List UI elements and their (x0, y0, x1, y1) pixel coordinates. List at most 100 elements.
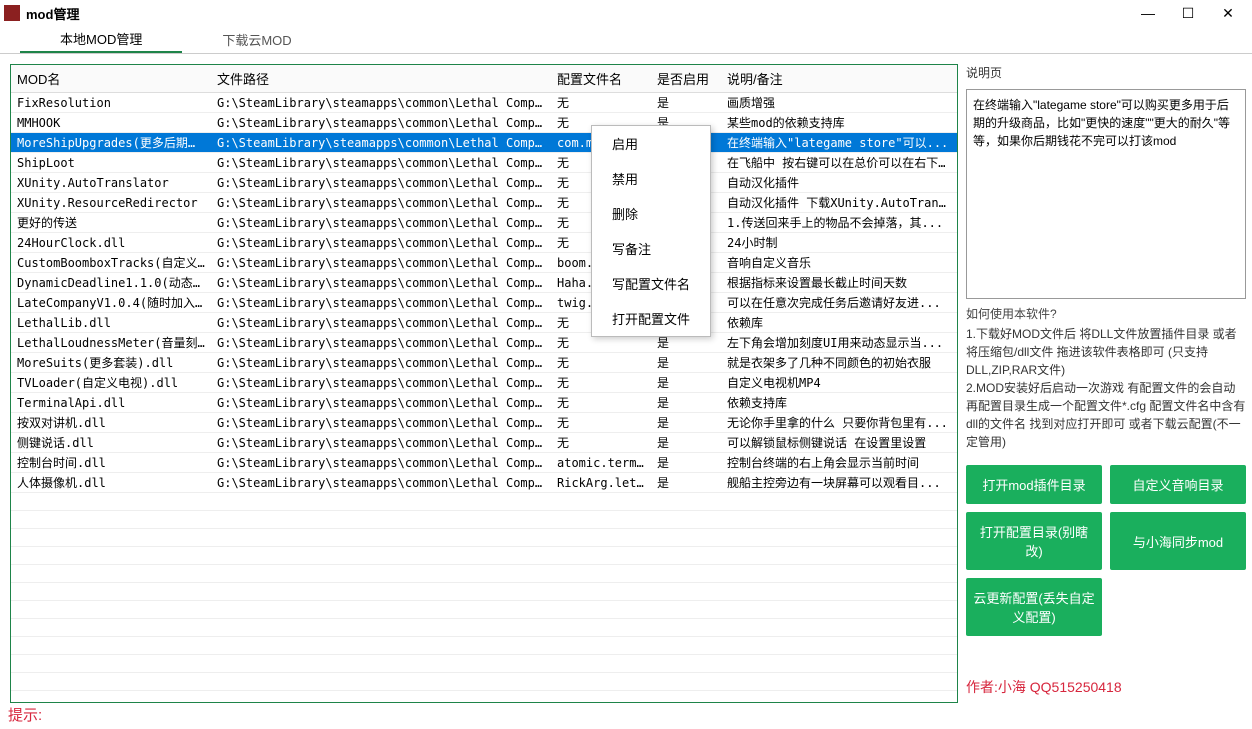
cell-enabled: 是 (651, 373, 721, 393)
cell-name: 更好的传送 (11, 213, 211, 233)
cell-config: 无 (551, 433, 651, 453)
table-row[interactable]: MoreSuits(更多套装).dllG:\SteamLibrary\steam… (11, 353, 957, 373)
open-config-dir-button[interactable]: 打开配置目录(别瞎改) (966, 512, 1102, 570)
context-menu-item[interactable]: 启用 (592, 126, 710, 161)
table-row[interactable]: LateCompanyV1.0.4(随时加入).dllG:\SteamLibra… (11, 293, 957, 313)
cell-name: CustomBoomboxTracks(自定义音... (11, 253, 211, 273)
cell-enabled: 是 (651, 353, 721, 373)
cell-enabled: 是 (651, 93, 721, 113)
cell-desc: 可以在任意次完成任务后邀请好友进... (721, 293, 957, 313)
col-path[interactable]: 文件路径 (211, 65, 551, 93)
context-menu-item[interactable]: 打开配置文件 (592, 301, 710, 336)
table-row-empty (11, 691, 957, 704)
minimize-button[interactable]: ― (1128, 0, 1168, 26)
context-menu-item[interactable]: 写配置文件名 (592, 266, 710, 301)
table-row-empty (11, 493, 957, 511)
author-label: 作者:小海 QQ515250418 (966, 671, 1246, 703)
table-row[interactable]: MoreShipUpgrades(更多后期升级)G:\SteamLibrary\… (11, 133, 957, 153)
col-desc[interactable]: 说明/备注 (721, 65, 957, 93)
cell-path: G:\SteamLibrary\steamapps\common\Lethal … (211, 373, 551, 393)
col-enabled[interactable]: 是否启用 (651, 65, 721, 93)
open-plugin-dir-button[interactable]: 打开mod插件目录 (966, 465, 1102, 504)
cell-path: G:\SteamLibrary\steamapps\common\Lethal … (211, 153, 551, 173)
cell-path: G:\SteamLibrary\steamapps\common\Lethal … (211, 233, 551, 253)
table-row[interactable]: FixResolutionG:\SteamLibrary\steamapps\c… (11, 93, 957, 113)
cell-name: TerminalApi.dll (11, 393, 211, 413)
cell-name: LethalLib.dll (11, 313, 211, 333)
table-row-empty (11, 673, 957, 691)
context-menu-item[interactable]: 禁用 (592, 161, 710, 196)
cloud-update-config-button[interactable]: 云更新配置(丢失自定义配置) (966, 578, 1102, 636)
tab-bar: 本地MOD管理 下载云MOD (0, 26, 1252, 54)
cell-desc: 在飞船中 按右键可以在总价可以在右下角... (721, 153, 957, 173)
cell-path: G:\SteamLibrary\steamapps\common\Lethal … (211, 193, 551, 213)
table-row[interactable]: 控制台时间.dllG:\SteamLibrary\steamapps\commo… (11, 453, 957, 473)
close-button[interactable]: ✕ (1208, 0, 1248, 26)
table-row[interactable]: XUnity.ResourceRedirectorG:\SteamLibrary… (11, 193, 957, 213)
cell-desc: 音响自定义音乐 (721, 253, 957, 273)
cell-desc: 可以解锁鼠标侧键说话 在设置里设置 (721, 433, 957, 453)
table-row-empty (11, 619, 957, 637)
desc-box: 在终端输入"lategame store"可以购买更多用于后期的升级商品，比如"… (966, 89, 1246, 299)
maximize-button[interactable]: ☐ (1168, 0, 1208, 26)
table-row-empty (11, 583, 957, 601)
help-box: 如何使用本软件? 1.下载好MOD文件后 将DLL文件放置插件目录 或者将压缩包… (966, 305, 1246, 451)
cell-name: ShipLoot (11, 153, 211, 173)
cell-path: G:\SteamLibrary\steamapps\common\Lethal … (211, 333, 551, 353)
cell-path: G:\SteamLibrary\steamapps\common\Lethal … (211, 93, 551, 113)
table-row[interactable]: ShipLootG:\SteamLibrary\steamapps\common… (11, 153, 957, 173)
cell-config: 无 (551, 93, 651, 113)
cell-name: 人体摄像机.dll (11, 473, 211, 493)
cell-path: G:\SteamLibrary\steamapps\common\Lethal … (211, 393, 551, 413)
table-row[interactable]: CustomBoomboxTracks(自定义音...G:\SteamLibra… (11, 253, 957, 273)
mod-table[interactable]: MOD名 文件路径 配置文件名 是否启用 说明/备注 FixResolution… (11, 65, 957, 703)
cell-name: DynamicDeadline1.1.0(动态截止... (11, 273, 211, 293)
cell-name: LateCompanyV1.0.4(随时加入).dll (11, 293, 211, 313)
context-menu-item[interactable]: 写备注 (592, 231, 710, 266)
cell-config: 无 (551, 393, 651, 413)
cell-name: MoreSuits(更多套装).dll (11, 353, 211, 373)
table-row[interactable]: TVLoader(自定义电视).dllG:\SteamLibrary\steam… (11, 373, 957, 393)
table-row-empty (11, 655, 957, 673)
table-row[interactable]: XUnity.AutoTranslatorG:\SteamLibrary\ste… (11, 173, 957, 193)
context-menu-item[interactable]: 删除 (592, 196, 710, 231)
cell-name: 侧键说话.dll (11, 433, 211, 453)
col-config[interactable]: 配置文件名 (551, 65, 651, 93)
cell-config: 无 (551, 353, 651, 373)
table-row[interactable]: MMHOOKG:\SteamLibrary\steamapps\common\L… (11, 113, 957, 133)
table-row[interactable]: 24HourClock.dllG:\SteamLibrary\steamapps… (11, 233, 957, 253)
table-row[interactable]: LethalLib.dllG:\SteamLibrary\steamapps\c… (11, 313, 957, 333)
table-row[interactable]: 人体摄像机.dllG:\SteamLibrary\steamapps\commo… (11, 473, 957, 493)
cell-name: 控制台时间.dll (11, 453, 211, 473)
cell-desc: 自动汉化插件 下载XUnity.AutoTran... (721, 193, 957, 213)
table-row[interactable]: 更好的传送G:\SteamLibrary\steamapps\common\Le… (11, 213, 957, 233)
table-row-empty (11, 547, 957, 565)
col-name[interactable]: MOD名 (11, 65, 211, 93)
desc-label: 说明页 (966, 64, 1246, 81)
context-menu: 启用禁用删除写备注写配置文件名打开配置文件 (591, 125, 711, 337)
cell-config: 无 (551, 413, 651, 433)
table-row[interactable]: 按双对讲机.dllG:\SteamLibrary\steamapps\commo… (11, 413, 957, 433)
tab-local-mod[interactable]: 本地MOD管理 (20, 26, 182, 53)
window-title: mod管理 (26, 4, 1128, 23)
table-row[interactable]: 侧键说话.dllG:\SteamLibrary\steamapps\common… (11, 433, 957, 453)
cell-path: G:\SteamLibrary\steamapps\common\Lethal … (211, 473, 551, 493)
cell-name: 按双对讲机.dll (11, 413, 211, 433)
cell-path: G:\SteamLibrary\steamapps\common\Lethal … (211, 253, 551, 273)
cell-name: 24HourClock.dll (11, 233, 211, 253)
cell-desc: 依赖库 (721, 313, 957, 333)
table-row[interactable]: TerminalApi.dllG:\SteamLibrary\steamapps… (11, 393, 957, 413)
tab-cloud-mod[interactable]: 下载云MOD (182, 26, 331, 53)
cell-path: G:\SteamLibrary\steamapps\common\Lethal … (211, 273, 551, 293)
cell-desc: 根据指标来设置最长截止时间天数 (721, 273, 957, 293)
cell-desc: 依赖支持库 (721, 393, 957, 413)
cell-desc: 自动汉化插件 (721, 173, 957, 193)
table-row[interactable]: LethalLoudnessMeter(音量刻度)...G:\SteamLibr… (11, 333, 957, 353)
sync-mod-button[interactable]: 与小海同步mod (1110, 512, 1246, 570)
cell-path: G:\SteamLibrary\steamapps\common\Lethal … (211, 453, 551, 473)
table-row[interactable]: DynamicDeadline1.1.0(动态截止...G:\SteamLibr… (11, 273, 957, 293)
cell-name: MMHOOK (11, 113, 211, 133)
cell-config: 无 (551, 373, 651, 393)
custom-audio-dir-button[interactable]: 自定义音响目录 (1110, 465, 1246, 504)
cell-path: G:\SteamLibrary\steamapps\common\Lethal … (211, 293, 551, 313)
